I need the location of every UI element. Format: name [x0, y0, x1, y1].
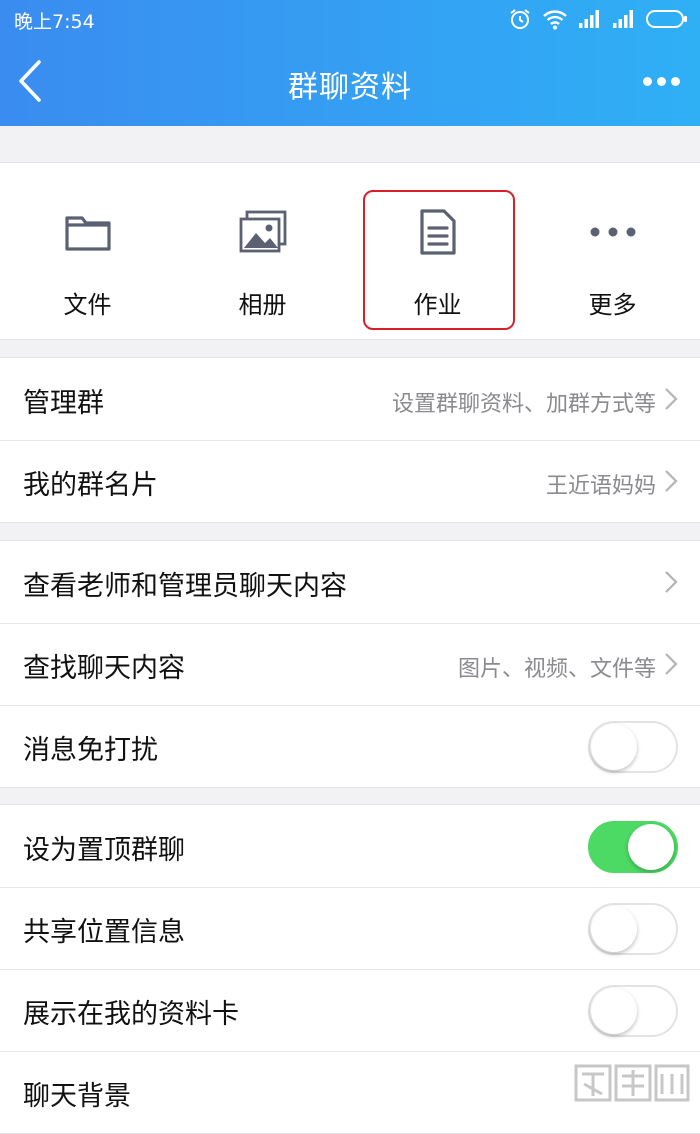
page-title: 群聊资料	[288, 70, 412, 105]
row-title: 设为置顶群聊	[23, 835, 185, 866]
row-title: 共享位置信息	[23, 917, 185, 948]
more-options-button[interactable]	[636, 66, 686, 96]
status-bar: 晚上7:54	[0, 0, 700, 38]
toggle-knob	[591, 724, 637, 770]
row-title: 查看老师和管理员聊天内容	[23, 571, 347, 602]
row-title: 查找聊天内容	[23, 653, 185, 684]
status-time: 晚上7:54	[14, 11, 95, 33]
do-not-disturb-row: 消息免打扰	[0, 705, 700, 787]
search-chat-row[interactable]: 查找聊天内容 图片、视频、文件等	[0, 623, 700, 705]
row-title: 我的群名片	[23, 470, 158, 501]
app-bar: 群聊资料	[0, 38, 700, 126]
row-title: 消息免打扰	[23, 735, 158, 766]
group-chat-section: 查看老师和管理员聊天内容 查找聊天内容 图片、视频、文件等 消息免打扰	[0, 540, 700, 788]
status-icons	[508, 6, 688, 32]
group-manage-section: 管理群 设置群聊资料、加群方式等 我的群名片 王近语妈妈	[0, 357, 700, 523]
share-location-toggle[interactable]	[588, 903, 678, 955]
signal-icon	[579, 10, 599, 28]
shortcut-label: 相册	[238, 291, 287, 319]
watermark-logo	[574, 1064, 690, 1102]
toggle-knob	[591, 988, 637, 1034]
highlight-annotation	[363, 190, 515, 330]
toggle-knob	[591, 906, 637, 952]
my-group-card-row[interactable]: 我的群名片 王近语妈妈	[0, 440, 700, 522]
shortcut-label: 文件	[63, 291, 112, 319]
shortcut-label: 更多	[588, 291, 637, 319]
show-on-profile-toggle[interactable]	[588, 985, 678, 1037]
chevron-right-icon	[665, 388, 678, 410]
signal-icon	[613, 10, 633, 28]
chevron-right-icon	[665, 653, 678, 675]
row-value: 图片、视频、文件等	[457, 657, 656, 682]
alarm-icon	[510, 9, 530, 29]
battery-icon	[646, 10, 687, 28]
more-dots-icon	[642, 76, 652, 86]
shortcut-album[interactable]: 相册	[175, 163, 350, 339]
view-teacher-admin-chat-row[interactable]: 查看老师和管理员聊天内容	[0, 541, 700, 623]
chevron-right-icon	[665, 470, 678, 492]
wifi-icon	[543, 10, 567, 30]
row-title: 聊天背景	[23, 1081, 131, 1112]
row-title: 展示在我的资料卡	[23, 999, 239, 1030]
chevron-right-icon	[665, 571, 678, 593]
share-location-row: 共享位置信息	[0, 887, 700, 969]
row-value: 王近语妈妈	[545, 474, 656, 499]
more-dots-icon	[590, 227, 635, 237]
shortcut-panel: 文件 相册 作业 更多	[0, 162, 700, 340]
row-value: 设置群聊资料、加群方式等	[391, 392, 656, 417]
toggle-knob	[628, 824, 674, 870]
do-not-disturb-toggle[interactable]	[588, 721, 678, 773]
album-icon	[239, 210, 286, 253]
shortcut-files[interactable]: 文件	[0, 163, 175, 339]
pin-chat-toggle[interactable]	[588, 821, 678, 873]
manage-group-row[interactable]: 管理群 设置群聊资料、加群方式等	[0, 358, 700, 440]
folder-icon	[64, 216, 111, 251]
row-title: 管理群	[23, 388, 104, 419]
pin-chat-row: 设为置顶群聊	[0, 805, 700, 887]
show-on-profile-row: 展示在我的资料卡	[0, 969, 700, 1051]
shortcut-more[interactable]: 更多	[525, 163, 700, 339]
